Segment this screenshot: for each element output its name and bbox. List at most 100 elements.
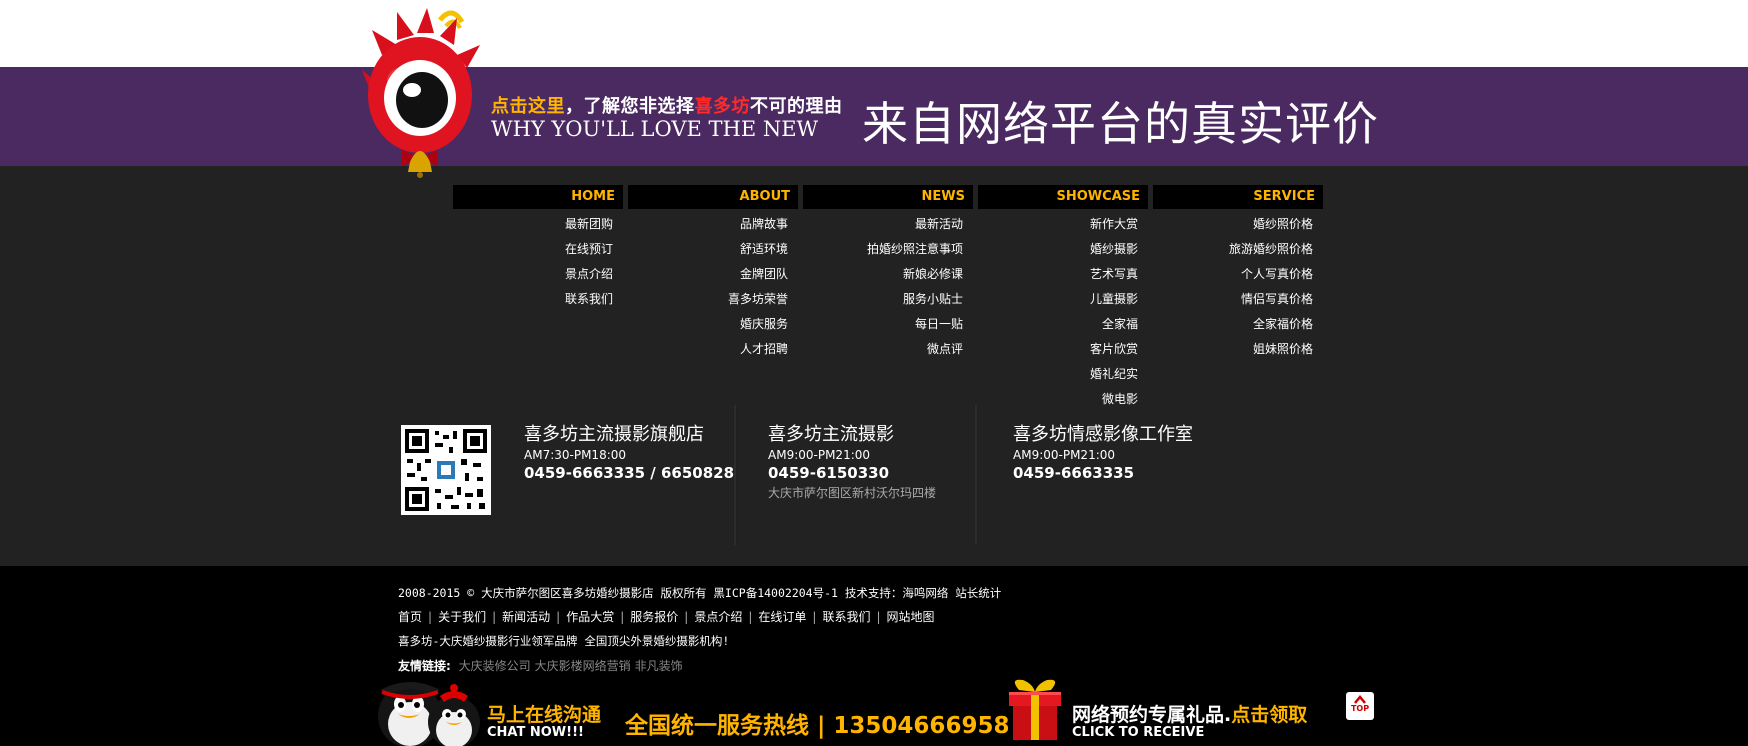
nav-link[interactable]: 最新团购 [453, 212, 623, 237]
nav-item-list: 婚纱照价格 旅游婚纱照价格 个人写真价格 情侣写真价格 全家福价格 姐妹照价格 [1153, 212, 1323, 362]
gift-label-text: 网络预约专属礼品. [1072, 704, 1232, 726]
gift-box-icon[interactable] [1005, 676, 1065, 742]
footer-nav-links: 首页 | 关于我们 | 新闻活动 | 作品大赏 | 服务报价 | 景点介绍 | 在线订单 | 联系我们 | 网站… [398, 608, 935, 625]
nav-item-list: 最新团购 在线预订 景点介绍 联系我们 [453, 212, 623, 312]
nav-link[interactable]: 喜多坊荣誉 [628, 287, 798, 312]
nav-link[interactable]: 最新活动 [803, 212, 973, 237]
store-hours: AM9:00-PM21:00 [1013, 448, 1116, 462]
nav-column-home: HOME 最新团购 在线预订 景点介绍 联系我们 [453, 185, 623, 312]
store-name: 喜多坊情感影像工作室 [1013, 424, 1193, 445]
promo-text-end: 不可的理由 [750, 96, 843, 117]
qr-code-icon [405, 429, 487, 511]
chat-label-en: CHAT NOW!!! [487, 725, 584, 740]
nav-link[interactable]: 姐妹照价格 [1153, 337, 1323, 362]
nav-item-list: 新作大赏 婚纱摄影 艺术写真 儿童摄影 全家福 客片欣赏 婚礼纪实 微电影 [978, 212, 1148, 412]
link-separator: | [492, 610, 497, 624]
nav-link[interactable]: 微点评 [803, 337, 973, 362]
nav-link[interactable]: 个人写真价格 [1153, 262, 1323, 287]
nav-link[interactable]: 旅游婚纱照价格 [1153, 237, 1323, 262]
nav-link[interactable]: 婚纱摄影 [978, 237, 1148, 262]
nav-link[interactable]: 婚纱照价格 [1153, 212, 1323, 237]
gift-label-cn: 网络预约专属礼品.点击领取 [1072, 700, 1307, 727]
footer-nav-link[interactable]: 首页 [398, 610, 422, 624]
friend-link[interactable]: 大庆影楼网络营销 [535, 659, 631, 673]
nav-link[interactable]: 每日一贴 [803, 312, 973, 337]
promo-brand: 喜多坊 [694, 96, 750, 117]
nav-link[interactable]: 在线预订 [453, 237, 623, 262]
store-address: 大庆市萨尔图区新村沃尔玛四楼 [768, 486, 937, 500]
service-hotline: 全国统一服务热线 | 13504666958 [625, 713, 1010, 739]
nav-link[interactable]: 拍婚纱照注意事项 [803, 237, 973, 262]
copyright-text: 2008-2015 © 大庆市萨尔图区喜多坊婚纱摄影店 版权所有 黑ICP备14… [398, 586, 1002, 600]
nav-link[interactable]: 微电影 [978, 387, 1148, 412]
qq-penguins-icon[interactable] [372, 672, 484, 746]
store-studio: 喜多坊情感影像工作室 AM9:00-PM21:00 0459-6663335 [1013, 420, 1193, 482]
footer-nav-link[interactable]: 作品大赏 [566, 610, 614, 624]
qr-code [401, 425, 491, 515]
nav-link[interactable]: 全家福价格 [1153, 312, 1323, 337]
link-separator: | [876, 610, 881, 624]
footer-slogan: 喜多坊-大庆婚纱摄影行业领军品牌 全国顶尖外景婚纱摄影机构! [398, 634, 730, 648]
promo-why-link[interactable]: 点击这里，了解您非选择喜多坊不可的理由 [491, 92, 843, 118]
back-to-top-button[interactable]: TOP [1346, 692, 1374, 720]
nav-item-list: 最新活动 拍婚纱照注意事项 新娘必修课 服务小贴士 每日一贴 微点评 [803, 212, 973, 362]
store-main: 喜多坊主流摄影 AM9:00-PM21:00 0459-6150330 大庆市萨… [768, 420, 936, 501]
link-separator: | [620, 610, 625, 624]
nav-link[interactable]: 联系我们 [453, 287, 623, 312]
nav-link[interactable]: 人才招聘 [628, 337, 798, 362]
nav-column-showcase: SHOWCASE 新作大赏 婚纱摄影 艺术写真 儿童摄影 全家福 客片欣赏 婚礼纪实 微电影 [978, 185, 1148, 412]
store-divider [974, 405, 978, 545]
promo-headline: 来自网络平台的真实评价 [862, 97, 1379, 151]
promo-click-here[interactable]: 点击这里 [491, 96, 565, 117]
footer-nav-link[interactable]: 景点介绍 [694, 610, 742, 624]
nav-link[interactable]: 儿童摄影 [978, 287, 1148, 312]
nav-heading-news[interactable]: NEWS [803, 185, 973, 209]
nav-link[interactable]: 全家福 [978, 312, 1148, 337]
link-separator: | [428, 610, 433, 624]
store-phone: 0459-6150330 [768, 464, 890, 482]
link-separator: | [748, 610, 753, 624]
nav-link[interactable]: 客片欣赏 [978, 337, 1148, 362]
gift-claim-button[interactable]: 网络预约专属礼品.点击领取 CLICK TO RECEIVE [1072, 700, 1307, 740]
nav-link[interactable]: 金牌团队 [628, 262, 798, 287]
nav-link[interactable]: 艺术写真 [978, 262, 1148, 287]
nav-link[interactable]: 服务小贴士 [803, 287, 973, 312]
nav-link[interactable]: 舒适环境 [628, 237, 798, 262]
friend-links-label: 友情链接: [398, 659, 451, 673]
promo-text: ，了解您非选择 [565, 96, 695, 117]
nav-column-service: SERVICE 婚纱照价格 旅游婚纱照价格 个人写真价格 情侣写真价格 全家福价格 姐妹照价… [1153, 185, 1323, 362]
nav-heading-showcase[interactable]: SHOWCASE [978, 185, 1148, 209]
link-separator: | [556, 610, 561, 624]
nav-heading-home[interactable]: HOME [453, 185, 623, 209]
footer-nav-link[interactable]: 服务报价 [630, 610, 678, 624]
gift-label-action: 点击领取 [1231, 704, 1308, 726]
footer-nav-link[interactable]: 在线订单 [758, 610, 806, 624]
footer-nav-link[interactable]: 网站地图 [887, 610, 935, 624]
footer-nav-link[interactable]: 新闻活动 [502, 610, 550, 624]
nav-link[interactable]: 婚庆服务 [628, 312, 798, 337]
friend-link[interactable]: 大庆装修公司 [459, 659, 531, 673]
nav-link[interactable]: 情侣写真价格 [1153, 287, 1323, 312]
footer-nav-link[interactable]: 联系我们 [822, 610, 870, 624]
store-name: 喜多坊主流摄影 [768, 424, 894, 445]
store-name: 喜多坊主流摄影旗舰店 [524, 424, 704, 445]
store-hours: AM7:30-PM18:00 [524, 448, 627, 462]
friend-link[interactable]: 非凡装饰 [635, 659, 683, 673]
nav-column-about: ABOUT 品牌故事 舒适环境 金牌团队 喜多坊荣誉 婚庆服务 人才招聘 [628, 185, 798, 362]
nav-item-list: 品牌故事 舒适环境 金牌团队 喜多坊荣誉 婚庆服务 人才招聘 [628, 212, 798, 362]
promo-english-tagline: WHY YOU'LL LOVE THE NEW [491, 117, 819, 141]
nav-heading-service[interactable]: SERVICE [1153, 185, 1323, 209]
nav-link[interactable]: 新娘必修课 [803, 262, 973, 287]
top-label: TOP [1350, 704, 1370, 713]
chat-now-button[interactable]: 马上在线沟通 CHAT NOW!!! [487, 700, 601, 740]
store-hours: AM9:00-PM21:00 [768, 448, 871, 462]
footer-nav-link[interactable]: 关于我们 [438, 610, 486, 624]
nav-heading-about[interactable]: ABOUT [628, 185, 798, 209]
chat-label-cn: 马上在线沟通 [487, 704, 602, 726]
nav-link[interactable]: 景点介绍 [453, 262, 623, 287]
link-separator: | [684, 610, 689, 624]
nav-link[interactable]: 婚礼纪实 [978, 362, 1148, 387]
nav-link[interactable]: 品牌故事 [628, 212, 798, 237]
store-flagship: 喜多坊主流摄影旗舰店 AM7:30-PM18:00 0459-6663335 /… [524, 420, 734, 482]
nav-link[interactable]: 新作大赏 [978, 212, 1148, 237]
